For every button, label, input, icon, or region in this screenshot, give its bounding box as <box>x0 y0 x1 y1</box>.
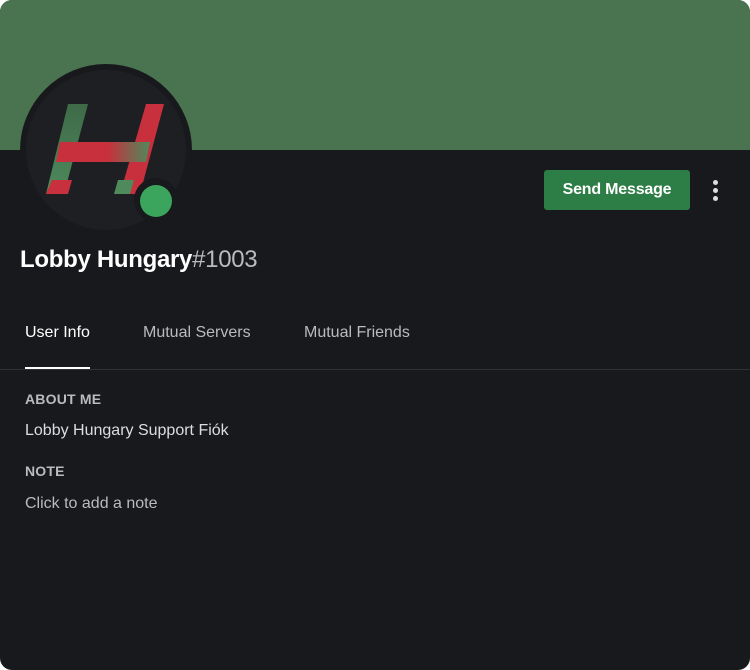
more-options-button[interactable] <box>700 174 730 206</box>
note-heading: NOTE <box>25 463 65 479</box>
note-input[interactable] <box>25 492 725 516</box>
about-me-heading: ABOUT ME <box>25 391 102 407</box>
vertical-ellipsis-icon <box>712 179 718 185</box>
send-message-button[interactable]: Send Message <box>544 170 690 210</box>
tab-mutual-friends[interactable]: Mutual Friends <box>304 324 410 369</box>
username-text: Lobby Hungary <box>20 246 193 273</box>
tab-mutual-servers[interactable]: Mutual Servers <box>143 324 251 369</box>
discriminator-text: #1003 <box>192 246 258 273</box>
online-status-icon <box>140 185 172 217</box>
profile-username: Lobby Hungary#1003 <box>20 246 258 274</box>
about-me-text: Lobby Hungary Support Fiók <box>25 422 229 439</box>
tab-user-info[interactable]: User Info <box>25 324 90 369</box>
profile-tab-bar: User Info Mutual Servers Mutual Friends <box>0 310 750 370</box>
vertical-ellipsis-icon <box>712 187 718 193</box>
user-profile-modal: Send Message Lobby Hungary#1003 User Inf… <box>0 0 750 670</box>
vertical-ellipsis-icon <box>712 195 718 201</box>
